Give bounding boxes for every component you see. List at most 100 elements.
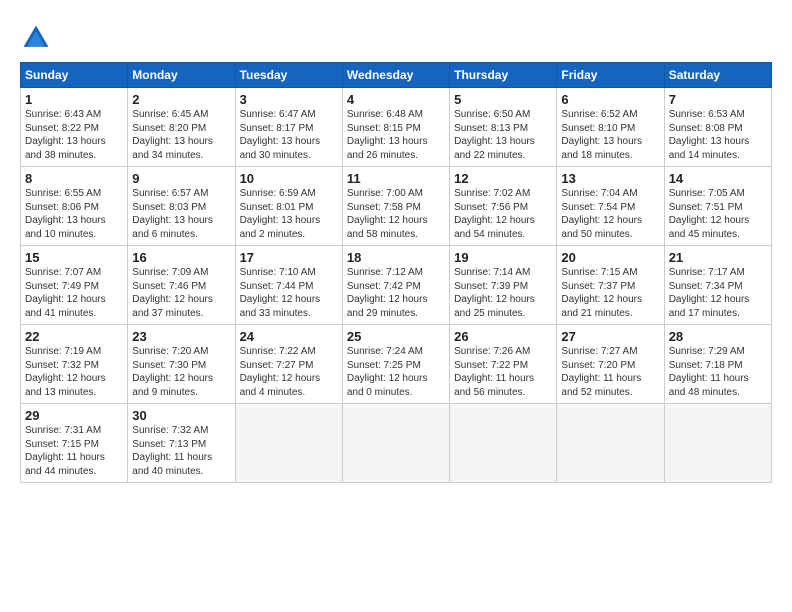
day-cell: 28Sunrise: 7:29 AM Sunset: 7:18 PM Dayli… <box>664 325 771 404</box>
day-info: Sunrise: 7:32 AM Sunset: 7:13 PM Dayligh… <box>132 424 230 478</box>
day-number: 11 <box>347 171 445 186</box>
day-number: 28 <box>669 329 767 344</box>
day-info: Sunrise: 7:04 AM Sunset: 7:54 PM Dayligh… <box>561 187 659 241</box>
header-day: Thursday <box>450 63 557 88</box>
day-number: 29 <box>25 408 123 423</box>
header-day: Monday <box>128 63 235 88</box>
day-info: Sunrise: 6:59 AM Sunset: 8:01 PM Dayligh… <box>240 187 338 241</box>
day-number: 20 <box>561 250 659 265</box>
day-cell: 25Sunrise: 7:24 AM Sunset: 7:25 PM Dayli… <box>342 325 449 404</box>
day-cell <box>235 404 342 483</box>
day-info: Sunrise: 6:53 AM Sunset: 8:08 PM Dayligh… <box>669 108 767 162</box>
header-day: Friday <box>557 63 664 88</box>
day-info: Sunrise: 6:43 AM Sunset: 8:22 PM Dayligh… <box>25 108 123 162</box>
day-cell: 9Sunrise: 6:57 AM Sunset: 8:03 PM Daylig… <box>128 167 235 246</box>
day-number: 5 <box>454 92 552 107</box>
day-info: Sunrise: 7:20 AM Sunset: 7:30 PM Dayligh… <box>132 345 230 399</box>
week-row: 8Sunrise: 6:55 AM Sunset: 8:06 PM Daylig… <box>21 167 772 246</box>
day-info: Sunrise: 6:50 AM Sunset: 8:13 PM Dayligh… <box>454 108 552 162</box>
day-info: Sunrise: 7:10 AM Sunset: 7:44 PM Dayligh… <box>240 266 338 320</box>
day-cell <box>450 404 557 483</box>
day-cell: 1Sunrise: 6:43 AM Sunset: 8:22 PM Daylig… <box>21 88 128 167</box>
day-number: 27 <box>561 329 659 344</box>
day-info: Sunrise: 7:09 AM Sunset: 7:46 PM Dayligh… <box>132 266 230 320</box>
day-number: 15 <box>25 250 123 265</box>
day-number: 3 <box>240 92 338 107</box>
day-cell: 11Sunrise: 7:00 AM Sunset: 7:58 PM Dayli… <box>342 167 449 246</box>
day-cell: 23Sunrise: 7:20 AM Sunset: 7:30 PM Dayli… <box>128 325 235 404</box>
day-cell <box>557 404 664 483</box>
day-cell: 14Sunrise: 7:05 AM Sunset: 7:51 PM Dayli… <box>664 167 771 246</box>
day-number: 14 <box>669 171 767 186</box>
day-number: 19 <box>454 250 552 265</box>
day-cell: 5Sunrise: 6:50 AM Sunset: 8:13 PM Daylig… <box>450 88 557 167</box>
day-info: Sunrise: 7:31 AM Sunset: 7:15 PM Dayligh… <box>25 424 123 478</box>
day-number: 6 <box>561 92 659 107</box>
day-info: Sunrise: 7:19 AM Sunset: 7:32 PM Dayligh… <box>25 345 123 399</box>
day-cell: 19Sunrise: 7:14 AM Sunset: 7:39 PM Dayli… <box>450 246 557 325</box>
day-cell: 21Sunrise: 7:17 AM Sunset: 7:34 PM Dayli… <box>664 246 771 325</box>
day-cell <box>342 404 449 483</box>
day-info: Sunrise: 7:05 AM Sunset: 7:51 PM Dayligh… <box>669 187 767 241</box>
day-info: Sunrise: 7:02 AM Sunset: 7:56 PM Dayligh… <box>454 187 552 241</box>
day-number: 23 <box>132 329 230 344</box>
day-number: 21 <box>669 250 767 265</box>
day-cell: 17Sunrise: 7:10 AM Sunset: 7:44 PM Dayli… <box>235 246 342 325</box>
day-cell: 13Sunrise: 7:04 AM Sunset: 7:54 PM Dayli… <box>557 167 664 246</box>
header-row: SundayMondayTuesdayWednesdayThursdayFrid… <box>21 63 772 88</box>
day-cell: 26Sunrise: 7:26 AM Sunset: 7:22 PM Dayli… <box>450 325 557 404</box>
day-number: 4 <box>347 92 445 107</box>
week-row: 29Sunrise: 7:31 AM Sunset: 7:15 PM Dayli… <box>21 404 772 483</box>
day-info: Sunrise: 6:55 AM Sunset: 8:06 PM Dayligh… <box>25 187 123 241</box>
day-number: 13 <box>561 171 659 186</box>
day-info: Sunrise: 7:27 AM Sunset: 7:20 PM Dayligh… <box>561 345 659 399</box>
day-number: 8 <box>25 171 123 186</box>
day-info: Sunrise: 6:52 AM Sunset: 8:10 PM Dayligh… <box>561 108 659 162</box>
day-cell: 29Sunrise: 7:31 AM Sunset: 7:15 PM Dayli… <box>21 404 128 483</box>
day-cell: 6Sunrise: 6:52 AM Sunset: 8:10 PM Daylig… <box>557 88 664 167</box>
page: SundayMondayTuesdayWednesdayThursdayFrid… <box>0 0 792 493</box>
day-info: Sunrise: 7:14 AM Sunset: 7:39 PM Dayligh… <box>454 266 552 320</box>
day-cell: 27Sunrise: 7:27 AM Sunset: 7:20 PM Dayli… <box>557 325 664 404</box>
day-info: Sunrise: 7:00 AM Sunset: 7:58 PM Dayligh… <box>347 187 445 241</box>
header-day: Saturday <box>664 63 771 88</box>
day-info: Sunrise: 6:47 AM Sunset: 8:17 PM Dayligh… <box>240 108 338 162</box>
day-cell: 4Sunrise: 6:48 AM Sunset: 8:15 PM Daylig… <box>342 88 449 167</box>
day-cell: 30Sunrise: 7:32 AM Sunset: 7:13 PM Dayli… <box>128 404 235 483</box>
day-number: 16 <box>132 250 230 265</box>
day-cell: 3Sunrise: 6:47 AM Sunset: 8:17 PM Daylig… <box>235 88 342 167</box>
week-row: 15Sunrise: 7:07 AM Sunset: 7:49 PM Dayli… <box>21 246 772 325</box>
day-info: Sunrise: 7:15 AM Sunset: 7:37 PM Dayligh… <box>561 266 659 320</box>
week-row: 22Sunrise: 7:19 AM Sunset: 7:32 PM Dayli… <box>21 325 772 404</box>
day-number: 22 <box>25 329 123 344</box>
day-number: 30 <box>132 408 230 423</box>
day-number: 12 <box>454 171 552 186</box>
day-cell: 12Sunrise: 7:02 AM Sunset: 7:56 PM Dayli… <box>450 167 557 246</box>
header <box>20 18 772 54</box>
day-cell: 15Sunrise: 7:07 AM Sunset: 7:49 PM Dayli… <box>21 246 128 325</box>
logo-icon <box>20 22 52 54</box>
day-number: 26 <box>454 329 552 344</box>
day-cell: 22Sunrise: 7:19 AM Sunset: 7:32 PM Dayli… <box>21 325 128 404</box>
day-info: Sunrise: 6:45 AM Sunset: 8:20 PM Dayligh… <box>132 108 230 162</box>
day-cell: 8Sunrise: 6:55 AM Sunset: 8:06 PM Daylig… <box>21 167 128 246</box>
day-cell: 2Sunrise: 6:45 AM Sunset: 8:20 PM Daylig… <box>128 88 235 167</box>
day-info: Sunrise: 7:24 AM Sunset: 7:25 PM Dayligh… <box>347 345 445 399</box>
day-number: 2 <box>132 92 230 107</box>
day-number: 9 <box>132 171 230 186</box>
week-row: 1Sunrise: 6:43 AM Sunset: 8:22 PM Daylig… <box>21 88 772 167</box>
day-info: Sunrise: 6:57 AM Sunset: 8:03 PM Dayligh… <box>132 187 230 241</box>
day-info: Sunrise: 6:48 AM Sunset: 8:15 PM Dayligh… <box>347 108 445 162</box>
day-cell: 16Sunrise: 7:09 AM Sunset: 7:46 PM Dayli… <box>128 246 235 325</box>
day-number: 18 <box>347 250 445 265</box>
header-day: Tuesday <box>235 63 342 88</box>
calendar-table: SundayMondayTuesdayWednesdayThursdayFrid… <box>20 62 772 483</box>
header-day: Wednesday <box>342 63 449 88</box>
day-info: Sunrise: 7:17 AM Sunset: 7:34 PM Dayligh… <box>669 266 767 320</box>
header-day: Sunday <box>21 63 128 88</box>
day-info: Sunrise: 7:12 AM Sunset: 7:42 PM Dayligh… <box>347 266 445 320</box>
day-info: Sunrise: 7:29 AM Sunset: 7:18 PM Dayligh… <box>669 345 767 399</box>
day-cell: 20Sunrise: 7:15 AM Sunset: 7:37 PM Dayli… <box>557 246 664 325</box>
day-number: 10 <box>240 171 338 186</box>
day-number: 7 <box>669 92 767 107</box>
